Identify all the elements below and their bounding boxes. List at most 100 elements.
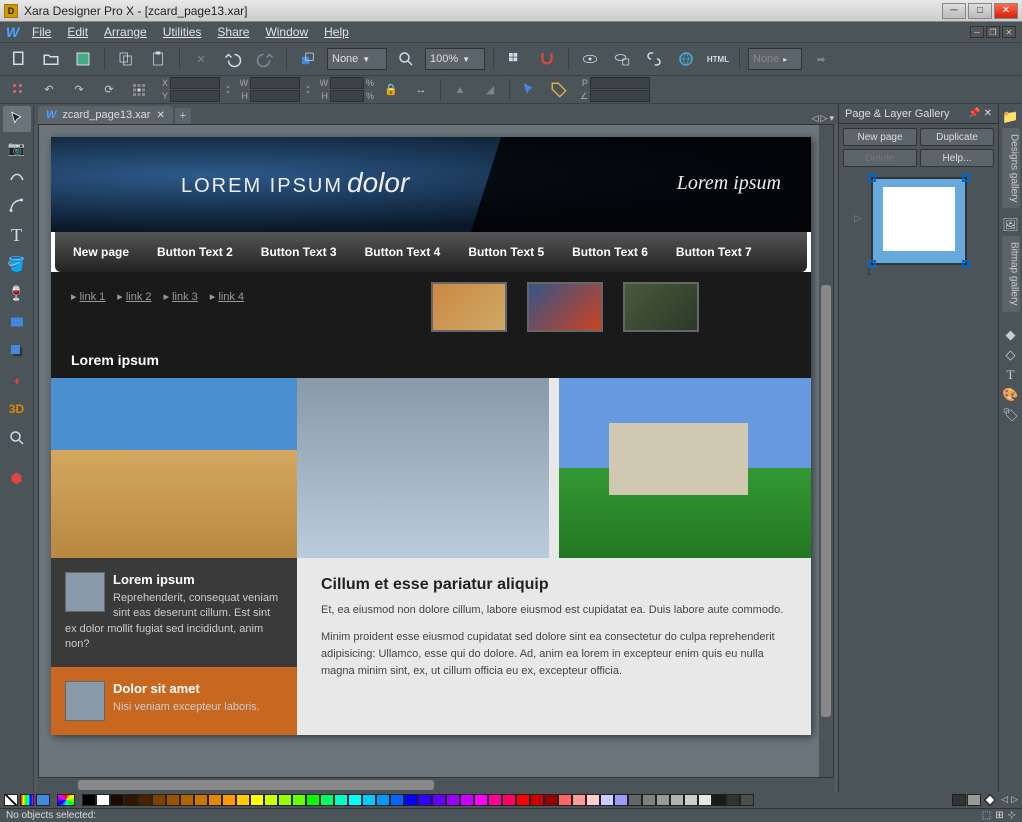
canvas[interactable]: LOREM IPSUMdolor Lorem ipsum New page Bu… xyxy=(38,124,834,778)
colorbar-scroll-left[interactable]: ◁ xyxy=(1001,794,1008,806)
color-swatch-4[interactable] xyxy=(138,794,152,806)
crumb-3[interactable]: link 4 xyxy=(218,291,244,303)
color-swatch-22[interactable] xyxy=(390,794,404,806)
tab-next-button[interactable]: ▷ xyxy=(821,113,828,124)
close-tab-button[interactable]: ✕ xyxy=(156,110,164,121)
close-button[interactable]: ✕ xyxy=(994,3,1018,19)
nav-item-3[interactable]: Button Text 4 xyxy=(355,239,451,265)
snap-indicator[interactable]: ⊞ xyxy=(995,810,1003,821)
nav-item-4[interactable]: Button Text 5 xyxy=(458,239,554,265)
color-swatch-42[interactable] xyxy=(670,794,684,806)
link-button[interactable] xyxy=(641,46,667,72)
new-tab-button[interactable]: + xyxy=(175,108,191,124)
page-thumbnail[interactable]: ▷ 1 xyxy=(871,177,967,265)
color-swatch-45[interactable] xyxy=(712,794,726,806)
fill-tool[interactable]: 🪣 xyxy=(3,251,31,277)
rectangle-tool[interactable] xyxy=(3,309,31,335)
color-swatch-35[interactable] xyxy=(572,794,586,806)
document-tab[interactable]: W zcard_page13.xar ✕ xyxy=(38,106,173,124)
color-swatch-37[interactable] xyxy=(600,794,614,806)
color-swatch-32[interactable] xyxy=(530,794,544,806)
color-swatch-11[interactable] xyxy=(236,794,250,806)
menu-arrange[interactable]: Arrange xyxy=(98,24,153,40)
color-swatch-24[interactable] xyxy=(418,794,432,806)
flip-v-button[interactable]: ◢ xyxy=(477,77,503,103)
copy-button[interactable] xyxy=(113,46,139,72)
reference-point-button[interactable] xyxy=(126,77,152,103)
live-effects-tool[interactable]: ⬢ xyxy=(3,465,31,491)
font-gallery-icon[interactable]: T xyxy=(1002,366,1020,384)
name-gallery-icon[interactable]: 🏷 xyxy=(1002,406,1020,424)
freehand-tool[interactable] xyxy=(3,164,31,190)
grid-button[interactable] xyxy=(502,46,528,72)
color-swatch-23[interactable] xyxy=(404,794,418,806)
new-color-button[interactable] xyxy=(57,794,75,806)
current-line-swatch[interactable] xyxy=(967,794,981,806)
nav-item-0[interactable]: New page xyxy=(63,239,139,265)
bitmap-gallery-tab[interactable]: Bitmap gallery xyxy=(1002,236,1020,311)
color-swatch-0[interactable] xyxy=(82,794,96,806)
color-swatch-21[interactable] xyxy=(376,794,390,806)
bevel-tool[interactable]: ◖ xyxy=(3,367,31,393)
clone-button[interactable] xyxy=(295,46,321,72)
bitmap-gallery-icon[interactable]: 🖼 xyxy=(1002,216,1020,234)
selector-tool[interactable] xyxy=(3,106,31,132)
color-swatch-31[interactable] xyxy=(516,794,530,806)
menu-window[interactable]: Window xyxy=(259,24,314,40)
thumb-3[interactable] xyxy=(623,282,699,332)
p-input[interactable] xyxy=(590,77,650,89)
vertical-scrollbar[interactable] xyxy=(819,125,833,777)
line-gallery-icon[interactable]: ◇ xyxy=(1002,346,1020,364)
transparency-tool[interactable]: 🍷 xyxy=(3,280,31,306)
apply-name-button[interactable]: ➡ xyxy=(808,46,834,72)
swap-colors-button[interactable] xyxy=(983,793,997,807)
h-input[interactable] xyxy=(250,90,300,102)
lock-aspect-button[interactable]: 🔒 xyxy=(378,77,404,103)
color-swatch-46[interactable] xyxy=(726,794,740,806)
photo-tool[interactable]: 📷 xyxy=(3,135,31,161)
shape-tool[interactable] xyxy=(3,193,31,219)
y-input[interactable] xyxy=(170,90,220,102)
color-editor-button[interactable] xyxy=(20,794,34,806)
color-swatch-39[interactable] xyxy=(628,794,642,806)
paste-button[interactable] xyxy=(145,46,171,72)
color-swatch-14[interactable] xyxy=(278,794,292,806)
color-gallery-icon[interactable]: 🎨 xyxy=(1002,386,1020,404)
text-tool[interactable]: T xyxy=(3,222,31,248)
tag-button[interactable] xyxy=(546,77,572,103)
expand-page-icon[interactable]: ▷ xyxy=(855,213,862,224)
panel-close-button[interactable]: ✕ xyxy=(984,108,992,119)
snap-grid-button[interactable] xyxy=(6,77,32,103)
color-swatch-34[interactable] xyxy=(558,794,572,806)
scale-lines-button[interactable]: ↔ xyxy=(408,77,434,103)
xy-spin-down[interactable]: ▾ xyxy=(224,90,232,96)
mdi-close-button[interactable]: ✕ xyxy=(1002,26,1016,38)
fill-gallery-icon[interactable]: ◆ xyxy=(1002,326,1020,344)
save-button[interactable] xyxy=(70,46,96,72)
color-swatch-40[interactable] xyxy=(642,794,656,806)
thumb-2[interactable] xyxy=(527,282,603,332)
color-swatch-44[interactable] xyxy=(698,794,712,806)
wh-spin-down[interactable]: ▾ xyxy=(304,90,312,96)
color-swatch-33[interactable] xyxy=(544,794,558,806)
panel-help-button[interactable]: Help... xyxy=(920,149,994,167)
maximize-button[interactable]: □ xyxy=(968,3,992,19)
h-percent-input[interactable] xyxy=(330,90,364,102)
rotate-free-button[interactable]: ⟳ xyxy=(96,77,122,103)
nav-item-2[interactable]: Button Text 3 xyxy=(251,239,347,265)
quality-dropdown[interactable]: None▼ xyxy=(327,48,387,70)
designs-gallery-tab[interactable]: Designs gallery xyxy=(1002,128,1020,208)
tab-list-button[interactable]: ▾ xyxy=(829,113,834,124)
color-swatch-25[interactable] xyxy=(432,794,446,806)
panel-delete-button[interactable]: Delete xyxy=(843,149,917,167)
minimize-button[interactable]: ─ xyxy=(942,3,966,19)
color-swatch-47[interactable] xyxy=(740,794,754,806)
live-drag-indicator[interactable]: ⬚ xyxy=(982,810,991,821)
tab-prev-button[interactable]: ◁ xyxy=(812,113,819,124)
color-swatch-18[interactable] xyxy=(334,794,348,806)
color-swatch-3[interactable] xyxy=(124,794,138,806)
nav-item-1[interactable]: Button Text 2 xyxy=(147,239,243,265)
open-button[interactable] xyxy=(38,46,64,72)
color-swatch-15[interactable] xyxy=(292,794,306,806)
gallery-folder-icon[interactable]: 📁 xyxy=(1002,108,1020,126)
